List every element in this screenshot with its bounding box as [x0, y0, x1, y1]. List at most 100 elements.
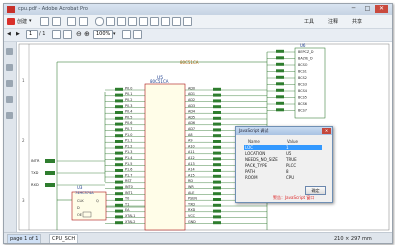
fit-page-icon[interactable] — [122, 30, 131, 39]
right-pin-label: VCC — [188, 214, 196, 218]
zone-marker-3: 3 — [22, 198, 25, 203]
net-flag — [213, 116, 221, 120]
next-page-icon[interactable]: ▶ — [16, 31, 20, 37]
net-flag — [213, 122, 221, 126]
property-row[interactable]: NEEDS_NO_SIZE TRUE — [244, 157, 322, 162]
sign-icon[interactable] — [150, 17, 159, 26]
pages-panel-icon[interactable] — [6, 48, 13, 55]
share-icon[interactable] — [139, 17, 148, 26]
net-label: INTR — [31, 159, 40, 163]
attachments-panel-icon[interactable] — [6, 80, 13, 87]
ok-button[interactable]: 确定 — [305, 186, 326, 195]
save-icon[interactable] — [52, 17, 61, 26]
attach-icon[interactable] — [172, 17, 181, 26]
net-flag — [115, 174, 123, 178]
acrobat-window: cpu.pdf - Adobe Acrobat Pro ─ □ ✕ 创建 ▾ 工… — [3, 3, 393, 244]
right-pin-label: A9 — [188, 139, 192, 143]
zoom-value: 100% — [96, 31, 111, 37]
print-icon[interactable] — [67, 17, 76, 26]
sheet-tab[interactable]: page 1 of 1 — [7, 234, 42, 243]
right-pin-label: AD7 — [188, 127, 195, 131]
document-canvas[interactable]: U5 80C51CA 80C51CA P0.0 P0.1 P0.2 P0.3 P0.4 P… — [17, 42, 392, 232]
u3-ref-label: U3 — [77, 185, 83, 190]
net-flag — [213, 209, 221, 213]
left-pin-label: RST — [125, 179, 133, 183]
net-flag — [45, 183, 55, 187]
minimize-button[interactable]: ─ — [347, 5, 360, 13]
left-pin-label: P0.1 — [125, 92, 132, 96]
net-flag — [115, 93, 123, 97]
settings-icon[interactable] — [95, 17, 104, 26]
bookmarks-panel-icon[interactable] — [6, 64, 13, 71]
net-label: BCS3 — [298, 83, 307, 87]
property-row[interactable]: PACK_TYPE PLCC — [244, 163, 322, 168]
property-row[interactable]: PATH 8 — [244, 169, 322, 174]
net-flag — [115, 169, 123, 172]
right-pin-label: TXD — [187, 202, 195, 206]
chevron-down-icon[interactable]: ▾ — [29, 18, 32, 24]
net-flag — [213, 111, 221, 114]
zoom-in-icon[interactable]: ⊕ — [84, 30, 90, 38]
net-flag — [115, 157, 123, 161]
property-row[interactable]: LOC 1 — [244, 145, 322, 150]
property-row[interactable]: LOCATION U5 — [244, 151, 322, 156]
right-pin-label: A14 — [188, 168, 195, 172]
review-icon[interactable] — [161, 17, 170, 26]
email-icon[interactable] — [79, 17, 88, 26]
dialog-close-button[interactable]: ✕ — [322, 128, 331, 134]
left-pin-label: P1.2 — [125, 144, 132, 148]
title-bar: cpu.pdf - Adobe Acrobat Pro ─ □ ✕ — [4, 4, 392, 15]
signatures-panel-icon[interactable] — [6, 112, 13, 119]
u6-ref-label: U6 — [300, 43, 306, 48]
property-name: NEEDS_NO_SIZE — [245, 157, 278, 162]
comment-icon[interactable] — [106, 17, 115, 26]
page-number-value: 1 — [29, 31, 33, 37]
property-value: U5 — [286, 151, 292, 156]
net-flag — [115, 105, 123, 109]
javascript-dialog: JavaScript 调试 ✕ Name Value LOC 1 LOCATION U… — [235, 126, 333, 203]
form-icon[interactable] — [183, 17, 192, 26]
maximize-button[interactable]: □ — [361, 5, 374, 13]
left-pin-label: INT0 — [125, 185, 133, 189]
net-flag — [276, 69, 284, 73]
highlight-icon[interactable] — [117, 17, 126, 26]
select-tool-icon[interactable] — [52, 30, 61, 39]
close-button[interactable]: ✕ — [375, 5, 388, 13]
property-name: ROOM — [245, 175, 258, 180]
net-flag — [213, 198, 221, 201]
create-menu[interactable]: 创建 — [17, 18, 27, 25]
zoom-dropdown-icon[interactable]: ▾ — [113, 31, 116, 37]
zoom-out-icon[interactable]: ⊖ — [76, 30, 82, 38]
property-name: LOC — [245, 145, 254, 150]
net-flag — [115, 221, 123, 225]
hand-tool-icon[interactable] — [63, 30, 72, 39]
right-pin-label: A12 — [188, 156, 195, 160]
right-pin-label: A8 — [188, 133, 192, 137]
fit-width-icon[interactable] — [133, 30, 142, 39]
property-row[interactable]: ROOM CPU — [244, 175, 322, 180]
net-label: BCSO — [298, 63, 308, 67]
share-menu[interactable]: 共享 — [352, 18, 362, 25]
zoom-select[interactable]: 100% — [93, 30, 113, 39]
net-flag — [115, 122, 123, 126]
page-number-input[interactable]: 1 — [26, 30, 38, 39]
net-flag — [115, 116, 123, 120]
window-title: cpu.pdf - Adobe Acrobat Pro — [18, 6, 88, 12]
left-pin-label: P1.7 — [125, 173, 132, 177]
property-name: PACK_TYPE — [245, 163, 268, 168]
stamp-icon[interactable] — [128, 17, 137, 26]
layers-panel-icon[interactable] — [6, 96, 13, 103]
comment-menu[interactable]: 注释 — [328, 18, 338, 25]
open-icon[interactable] — [40, 17, 49, 26]
net-flag — [213, 93, 221, 97]
column-header-value: Value — [287, 139, 298, 144]
net-flag — [115, 215, 123, 219]
prev-page-icon[interactable]: ◀ — [7, 31, 11, 37]
tools-menu[interactable]: 工具 — [304, 18, 314, 25]
right-pin-label: RD — [188, 179, 193, 183]
net-flag — [115, 134, 123, 138]
left-pin-label: P0.7 — [125, 127, 132, 131]
net-flag — [276, 101, 284, 105]
sheet-tab[interactable]: CPU_SCH — [49, 234, 79, 243]
right-pin-label: WR — [188, 185, 194, 189]
